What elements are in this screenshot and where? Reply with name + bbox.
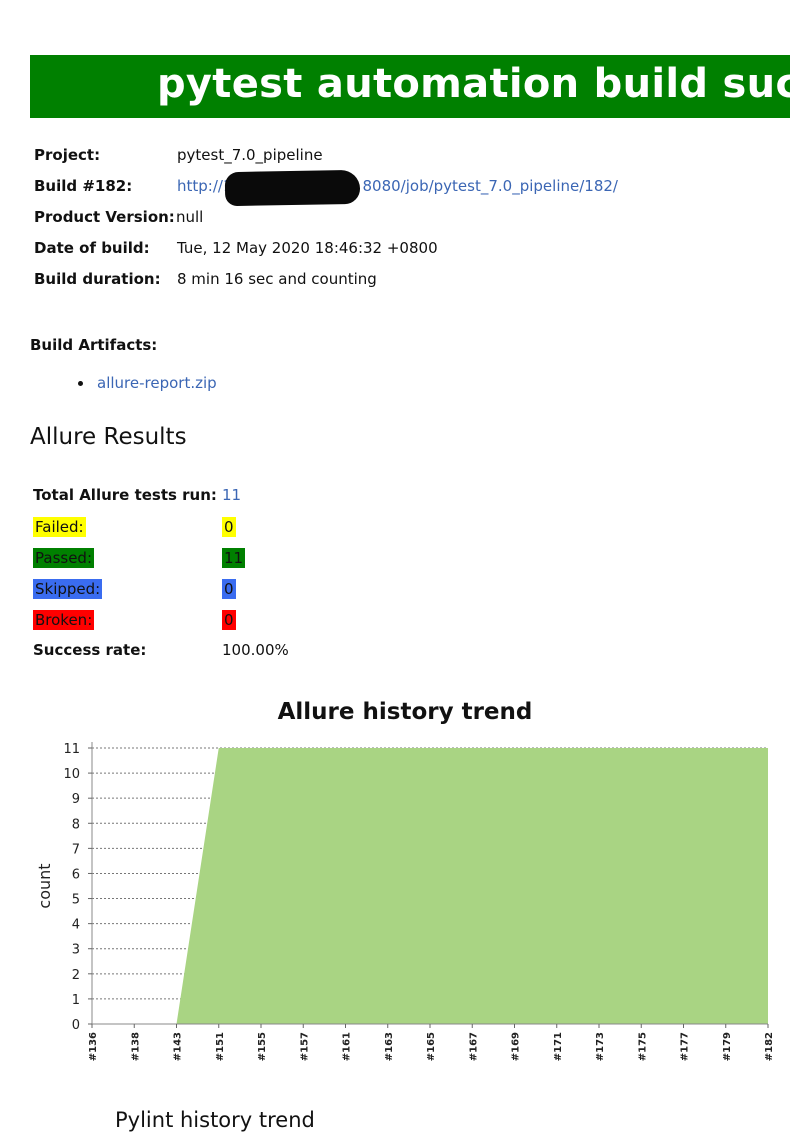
x-tick-label: #155	[257, 1032, 268, 1061]
y-tick-label: 0	[72, 1018, 80, 1033]
y-tick-label: 5	[72, 893, 80, 908]
x-tick-label: #143	[173, 1032, 184, 1061]
y-axis-label: count	[35, 863, 54, 908]
y-tick-label: 3	[72, 943, 80, 958]
y-tick-label: 1	[72, 993, 80, 1008]
x-tick-label: #169	[511, 1032, 522, 1061]
x-tick-label: #179	[722, 1032, 733, 1061]
y-tick-label: 2	[72, 968, 80, 983]
y-tick-label: 8	[72, 817, 80, 832]
x-tick-label: #138	[130, 1032, 141, 1061]
y-tick-label: 6	[72, 867, 80, 882]
y-tick-label: 9	[72, 792, 80, 807]
pylint-trend-heading: Pylint history trend	[115, 1108, 315, 1132]
x-tick-label: #175	[637, 1032, 648, 1061]
x-tick-label: #177	[680, 1032, 691, 1061]
x-tick-label: #167	[468, 1032, 479, 1061]
x-tick-label: #151	[215, 1032, 226, 1061]
x-tick-label: #161	[342, 1032, 353, 1061]
x-tick-label: #182	[764, 1032, 775, 1061]
x-tick-label: #171	[553, 1032, 564, 1061]
x-tick-label: #157	[299, 1032, 310, 1061]
x-tick-label: #136	[88, 1032, 99, 1061]
y-tick-label: 4	[72, 918, 80, 933]
area-series	[92, 748, 768, 1024]
y-tick-label: 7	[72, 842, 80, 857]
allure-history-chart: 0 1 2 3 4 5 6 7 8 9 10 11 #136 #138 #143 #151 #155 #157 #1…	[35, 742, 775, 1061]
x-tick-label: #173	[595, 1032, 606, 1061]
x-tick-label: #163	[384, 1032, 395, 1061]
y-tick-label: 10	[63, 767, 80, 782]
x-tick-label: #165	[426, 1032, 437, 1061]
y-tick-label: 11	[63, 742, 80, 757]
